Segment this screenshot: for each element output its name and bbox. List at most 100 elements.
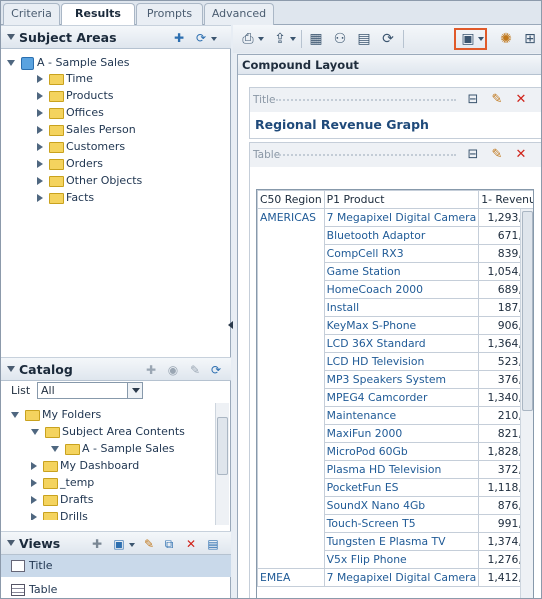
catalog-scrollbar-thumb[interactable] <box>217 417 228 475</box>
product-cell[interactable]: Install <box>323 298 480 317</box>
product-cell[interactable]: CompCell RX3 <box>323 244 480 263</box>
tab-advanced[interactable]: Advanced <box>204 3 274 25</box>
print-menu-chevron-icon[interactable] <box>258 37 264 41</box>
title-view-box[interactable]: Title ⊟ ✎ ✕ Regional Revenue Graph <box>249 87 541 139</box>
expand-arrow-icon[interactable] <box>31 513 37 520</box>
expand-arrow-icon[interactable] <box>37 75 43 83</box>
catalog-drafts[interactable]: Drafts <box>31 491 93 508</box>
settings-gear-icon[interactable]: ✺ <box>497 30 515 48</box>
tree-folder-offices[interactable]: Offices <box>37 104 104 121</box>
product-cell[interactable]: PocketFun ES <box>323 478 480 497</box>
product-cell[interactable]: Bluetooth Adaptor <box>323 226 480 245</box>
remove-view-icon[interactable]: ✕ <box>513 148 529 162</box>
catalog-my-folders[interactable]: My Folders <box>11 406 101 423</box>
export-menu-chevron-icon[interactable] <box>290 37 296 41</box>
expand-arrow-icon[interactable] <box>37 194 43 202</box>
add-view-icon[interactable]: ✚ <box>89 536 105 552</box>
expand-arrow-icon[interactable] <box>31 496 37 504</box>
expand-arrow-icon[interactable] <box>31 462 37 470</box>
preview-icon[interactable]: ⚇ <box>331 30 349 48</box>
product-cell[interactable]: KeyMax S-Phone <box>323 316 480 335</box>
edit-view-icon[interactable]: ✎ <box>141 536 157 552</box>
table-scrollbar-thumb[interactable] <box>522 211 533 411</box>
catalog-subject-area-contents[interactable]: Subject Area Contents <box>31 423 185 440</box>
product-cell[interactable]: MaxiFun 2000 <box>323 424 480 443</box>
catalog-my-dashboard[interactable]: My Dashboard <box>31 457 139 474</box>
view-item-table[interactable]: Table <box>1 579 231 598</box>
expand-arrow-icon[interactable] <box>31 429 39 435</box>
format-container-icon[interactable]: ⊟ <box>465 93 481 107</box>
product-cell[interactable]: MP3 Speakers System <box>323 370 480 389</box>
product-cell[interactable]: LCD 36X Standard <box>323 334 480 353</box>
product-cell[interactable]: Tungsten E Plasma TV <box>323 532 480 551</box>
tree-folder-sales-person[interactable]: Sales Person <box>37 121 136 138</box>
product-cell[interactable]: MPEG4 Camcorder <box>323 388 480 407</box>
column-header-revenue[interactable]: 1- Revenue <box>478 190 533 209</box>
refresh-results-icon[interactable]: ⟳ <box>379 30 397 48</box>
expand-arrow-icon[interactable] <box>37 143 43 151</box>
view-properties-icon[interactable]: ▤ <box>205 536 221 552</box>
tree-folder-products[interactable]: Products <box>37 87 114 104</box>
duplicate-view-icon[interactable]: ⧉ <box>161 536 177 552</box>
column-header-region[interactable]: C50 Region <box>257 190 325 209</box>
schedule-icon[interactable]: ▦ <box>307 30 325 48</box>
region-cell[interactable]: AMERICAS <box>257 208 325 569</box>
add-subject-area-icon[interactable]: ✚ <box>171 30 187 46</box>
collapse-subject-areas-icon[interactable] <box>7 34 15 40</box>
catalog-scrollbar[interactable] <box>215 403 229 525</box>
remove-view-icon[interactable]: ✕ <box>513 93 529 107</box>
edit-pencil-icon[interactable]: ✎ <box>187 362 203 378</box>
product-cell[interactable]: HomeCoach 2000 <box>323 280 480 299</box>
expand-arrow-icon[interactable] <box>37 177 43 185</box>
collapse-views-icon[interactable] <box>7 540 15 546</box>
tree-folder-other-objects[interactable]: Other Objects <box>37 172 142 189</box>
format-container-icon[interactable]: ⊟ <box>465 148 481 162</box>
show-sql-icon[interactable]: ▤ <box>355 30 373 48</box>
tree-root-sample-sales[interactable]: A - Sample Sales <box>7 54 130 71</box>
compound-layout-icon[interactable]: ⊞ <box>521 30 539 48</box>
expand-arrow-icon[interactable] <box>11 412 19 418</box>
tree-folder-time[interactable]: Time <box>37 70 93 87</box>
refresh-catalog-icon[interactable]: ⟳ <box>208 362 224 378</box>
expand-arrow-icon[interactable] <box>37 92 43 100</box>
tab-results[interactable]: Results <box>61 3 135 26</box>
drag-handle[interactable] <box>276 154 456 156</box>
view-icon[interactable]: ◉ <box>165 362 181 378</box>
expand-arrow-icon[interactable] <box>7 60 15 66</box>
product-cell[interactable]: Plasma HD Television <box>323 460 480 479</box>
export-icon[interactable]: ⇪ <box>271 30 289 48</box>
product-cell[interactable]: Game Station <box>323 262 480 281</box>
product-cell[interactable]: Maintenance <box>323 406 480 425</box>
chevron-down-icon[interactable] <box>127 383 142 398</box>
edit-view-pencil-icon[interactable]: ✎ <box>489 93 505 107</box>
tab-criteria[interactable]: Criteria <box>3 3 60 25</box>
add-to-criteria-icon[interactable]: ✚ <box>143 362 159 378</box>
product-cell[interactable]: 7 Megapixel Digital Camera <box>323 568 480 587</box>
table-scrollbar[interactable] <box>520 209 533 598</box>
remove-view-icon[interactable]: ✕ <box>183 536 199 552</box>
drag-handle[interactable] <box>276 99 456 101</box>
view-item-title[interactable]: Title <box>1 555 231 577</box>
product-cell[interactable]: 7 Megapixel Digital Camera <box>323 208 480 227</box>
expand-arrow-icon[interactable] <box>37 109 43 117</box>
catalog-temp[interactable]: _temp <box>31 474 94 491</box>
product-cell[interactable]: MicroPod 60Gb <box>323 442 480 461</box>
product-cell[interactable]: Touch-Screen T5 <box>323 514 480 533</box>
tree-folder-customers[interactable]: Customers <box>37 138 125 155</box>
expand-arrow-icon[interactable] <box>37 126 43 134</box>
refresh-subject-areas-icon[interactable]: ⟳ <box>193 30 209 46</box>
product-cell[interactable]: SoundX Nano 4Gb <box>323 496 480 515</box>
tree-folder-facts[interactable]: Facts <box>37 189 94 206</box>
tree-folder-orders[interactable]: Orders <box>37 155 103 172</box>
product-cell[interactable]: V5x Flip Phone <box>323 550 480 569</box>
expand-arrow-icon[interactable] <box>51 446 59 452</box>
region-cell[interactable]: EMEA <box>257 568 325 587</box>
product-cell[interactable]: LCD HD Television <box>323 352 480 371</box>
expand-arrow-icon[interactable] <box>37 160 43 168</box>
print-icon[interactable]: ⎙ <box>239 30 257 48</box>
expand-arrow-icon[interactable] <box>31 479 37 487</box>
catalog-drills[interactable]: Drills <box>31 508 88 520</box>
new-view-chevron-icon[interactable] <box>129 543 135 547</box>
collapse-catalog-icon[interactable] <box>7 366 15 372</box>
catalog-sample-sales[interactable]: A - Sample Sales <box>51 440 175 457</box>
